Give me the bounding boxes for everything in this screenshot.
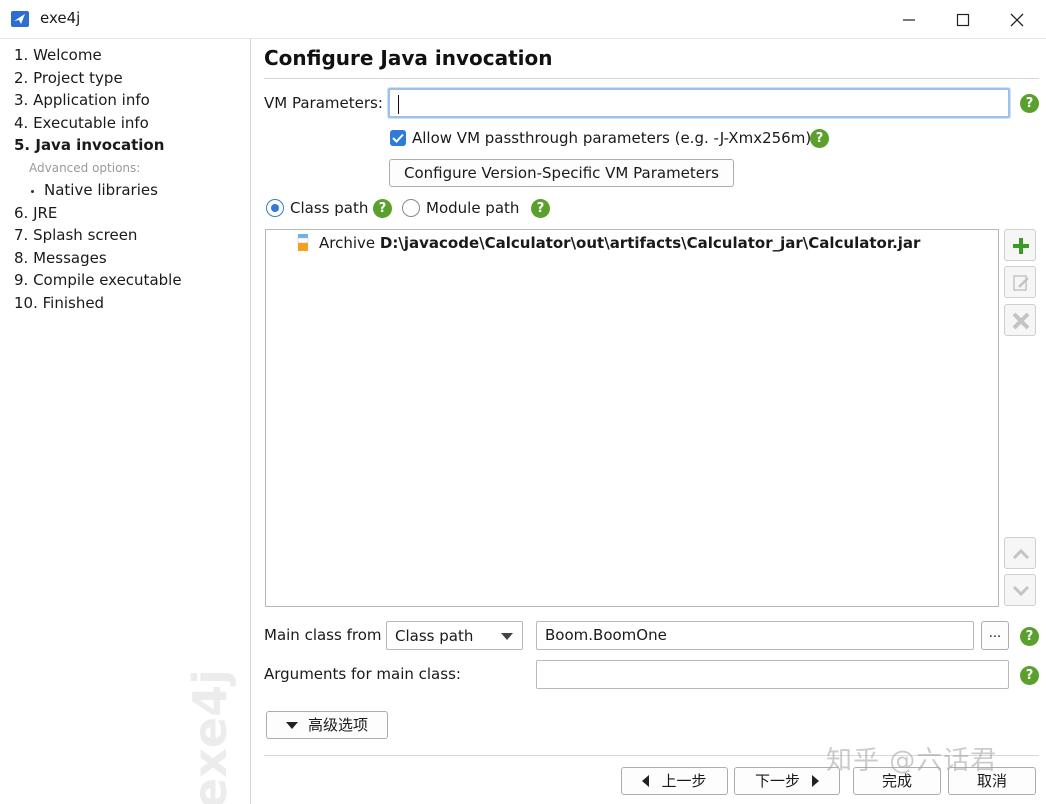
list-item[interactable]: Archive D:\javacode\Calculator\out\artif… (266, 230, 998, 256)
minimize-icon (901, 12, 917, 28)
vm-parameters-input[interactable] (388, 88, 1010, 118)
help-icon[interactable]: ? (373, 199, 392, 218)
window-title: exe4j (40, 9, 80, 27)
jar-icon (297, 234, 309, 252)
title-bar: exe4j (0, 0, 1046, 39)
main-class-input[interactable]: Boom.BoomOne (536, 621, 974, 650)
sidebar-step-splash-screen[interactable]: 7. Splash screen (14, 226, 137, 244)
close-button[interactable] (990, 0, 1044, 39)
sidebar-step-welcome[interactable]: 1. Welcome (14, 46, 102, 64)
arguments-input[interactable] (536, 660, 1009, 689)
advanced-options-label: Advanced options: (29, 161, 140, 175)
delete-icon (1011, 311, 1031, 331)
archive-entry-text: Archive D:\javacode\Calculator\out\artif… (319, 234, 920, 252)
sidebar-step-messages[interactable]: 8. Messages (14, 249, 107, 267)
chevron-down-icon (501, 633, 513, 640)
module-path-radio[interactable] (402, 199, 420, 217)
vm-parameters-label: VM Parameters: (264, 94, 383, 112)
class-path-label[interactable]: Class path (290, 199, 368, 217)
move-up-icon (1011, 544, 1031, 564)
help-icon[interactable]: ? (1020, 627, 1039, 646)
class-path-radio[interactable] (266, 199, 284, 217)
configure-version-vm-parameters-button[interactable]: Configure Version-Specific VM Parameters (389, 159, 734, 187)
add-entry-button[interactable] (1004, 229, 1036, 261)
main-class-source-select[interactable]: Class path (386, 621, 523, 650)
wizard-steps-sidebar: 1. Welcome 2. Project type 3. Applicatio… (0, 39, 251, 804)
add-icon (1011, 236, 1031, 256)
triangle-left-icon (642, 775, 649, 787)
move-up-button[interactable] (1004, 537, 1036, 569)
delete-entry-button[interactable] (1004, 304, 1036, 336)
help-icon[interactable]: ? (531, 199, 550, 218)
browse-main-class-button[interactable]: ... (981, 621, 1009, 650)
help-icon[interactable]: ? (1020, 94, 1039, 113)
main-panel: Configure Java invocation VM Parameters:… (252, 39, 1046, 804)
edit-entry-button[interactable] (1004, 266, 1036, 298)
minimize-button[interactable] (882, 0, 936, 39)
svg-text:exe4j: exe4j (183, 669, 237, 804)
sidebar-step-application-info[interactable]: 3. Application info (14, 91, 150, 109)
title-divider (264, 78, 1039, 79)
allow-passthrough-label[interactable]: Allow VM passthrough parameters (e.g. -J… (412, 129, 811, 147)
bullet-icon (31, 190, 34, 193)
page-title: Configure Java invocation (264, 46, 552, 70)
back-button[interactable]: 上一步 (621, 767, 728, 795)
triangle-down-icon (286, 722, 298, 729)
edit-icon (1011, 273, 1031, 293)
maximize-button[interactable] (936, 0, 990, 39)
sidebar-step-executable-info[interactable]: 4. Executable info (14, 114, 149, 132)
next-button[interactable]: 下一步 (734, 767, 840, 795)
sidebar-step-jre[interactable]: 6. JRE (14, 204, 57, 222)
close-icon (1009, 12, 1025, 28)
maximize-icon (955, 12, 971, 28)
sidebar-step-finished[interactable]: 10. Finished (14, 294, 104, 312)
sidebar-step-compile-executable[interactable]: 9. Compile executable (14, 271, 182, 289)
arguments-label: Arguments for main class: (264, 665, 461, 683)
advanced-options-button[interactable]: 高级选项 (266, 711, 388, 739)
allow-passthrough-checkbox[interactable] (390, 130, 406, 146)
sidebar-step-project-type[interactable]: 2. Project type (14, 69, 123, 87)
exe4j-watermark-logo: exe4j (182, 661, 242, 804)
text-caret (398, 95, 399, 114)
zhihu-watermark: 知乎 @六话君 (826, 740, 997, 777)
class-path-list[interactable]: Archive D:\javacode\Calculator\out\artif… (265, 229, 999, 607)
move-down-button[interactable] (1004, 574, 1036, 606)
checkmark-icon (392, 133, 404, 143)
module-path-label[interactable]: Module path (426, 199, 519, 217)
main-class-from-label: Main class from (264, 626, 382, 644)
sidebar-step-native-libraries[interactable]: Native libraries (44, 181, 158, 199)
help-icon[interactable]: ? (810, 129, 829, 148)
app-icon (11, 11, 29, 27)
sidebar-step-java-invocation[interactable]: 5. Java invocation (14, 136, 164, 154)
help-icon[interactable]: ? (1020, 666, 1039, 685)
triangle-right-icon (812, 775, 819, 787)
move-down-icon (1011, 581, 1031, 601)
